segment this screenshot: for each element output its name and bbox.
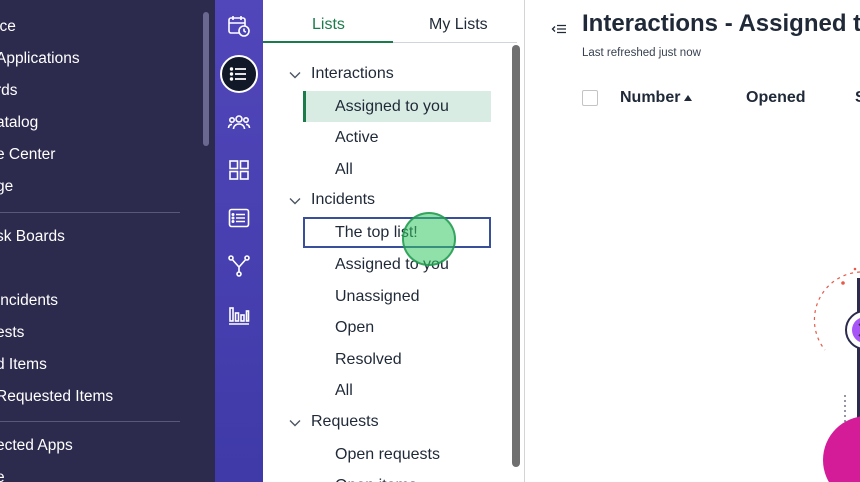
- main-content: Interactions - Assigned to you Last refr…: [525, 0, 860, 482]
- group-incidents[interactable]: Incidents: [311, 191, 375, 209]
- nav-item-requests[interactable]: ests: [0, 324, 24, 342]
- calendar-clock-icon[interactable]: [223, 10, 255, 42]
- list-item-the-top-list[interactable]: The top list!: [303, 217, 491, 248]
- nav-item-catalog[interactable]: atalog: [0, 114, 38, 132]
- nav-scrollbar[interactable]: [203, 12, 209, 146]
- nav-item-my-requested-items[interactable]: Requested Items: [0, 388, 113, 406]
- group-interactions[interactable]: Interactions: [311, 65, 394, 83]
- list-item-assigned-to-you[interactable]: Assigned to you: [303, 249, 491, 280]
- page-title: Interactions - Assigned to you: [582, 10, 860, 37]
- list-item-assigned-to-you[interactable]: Assigned to you: [303, 91, 491, 122]
- nav-item-center[interactable]: e Center: [0, 146, 55, 164]
- lists-scrollbar[interactable]: [512, 45, 520, 467]
- nav-item-page[interactable]: ge: [0, 178, 13, 196]
- column-header-number[interactable]: Number: [620, 89, 680, 107]
- left-navigation: ice Applications rds atalog e Center ge …: [0, 0, 215, 482]
- nav-item-applications[interactable]: Applications: [0, 50, 80, 68]
- people-group-icon[interactable]: [223, 106, 255, 138]
- nav-item-more[interactable]: e: [0, 469, 5, 482]
- nav-item-service[interactable]: ice: [0, 18, 16, 36]
- nav-item-boards[interactable]: rds: [0, 82, 18, 100]
- nav-divider: [0, 421, 180, 422]
- workflow-fork-icon[interactable]: [223, 250, 255, 282]
- chevron-down-icon[interactable]: [288, 194, 302, 208]
- list-icon[interactable]: [220, 55, 258, 93]
- select-all-checkbox[interactable]: [582, 90, 598, 106]
- form-list-icon[interactable]: [223, 202, 255, 234]
- list-item-active[interactable]: Active: [303, 122, 491, 153]
- icon-rail: [215, 0, 263, 482]
- list-item-all[interactable]: All: [303, 375, 491, 406]
- empty-state-illustration: [813, 267, 860, 482]
- list-item-open-items[interactable]: Open items: [303, 470, 491, 482]
- column-header-opened[interactable]: Opened: [746, 89, 806, 107]
- list-item-open-requests[interactable]: Open requests: [303, 439, 491, 470]
- group-requests[interactable]: Requests: [311, 413, 379, 431]
- tab-my-lists[interactable]: My Lists: [429, 16, 488, 34]
- last-refreshed-text: Last refreshed just now: [582, 47, 701, 59]
- sort-ascending-icon[interactable]: [684, 95, 692, 101]
- nav-divider: [0, 212, 180, 213]
- collapse-panel-icon[interactable]: [551, 22, 567, 36]
- nav-item-connected-apps[interactable]: ected Apps: [0, 437, 73, 455]
- chevron-down-icon[interactable]: [288, 416, 302, 430]
- tab-lists[interactable]: Lists: [312, 16, 345, 34]
- bar-chart-icon[interactable]: [223, 299, 255, 331]
- list-item-unassigned[interactable]: Unassigned: [303, 281, 491, 312]
- nav-item-incidents[interactable]: Incidents: [0, 292, 58, 310]
- list-item-open[interactable]: Open: [303, 312, 491, 343]
- nav-item-task-boards[interactable]: sk Boards: [0, 228, 65, 246]
- active-tab-indicator: [263, 41, 393, 43]
- lists-panel: Lists My Lists Interactions Assigned to …: [263, 0, 525, 482]
- nav-item-requested-items[interactable]: d Items: [0, 356, 47, 374]
- click-indicator: [402, 212, 456, 266]
- list-tabs: Lists My Lists: [263, 0, 525, 44]
- chevron-down-icon[interactable]: [288, 68, 302, 82]
- list-item-resolved[interactable]: Resolved: [303, 344, 491, 375]
- tab-divider: [393, 42, 517, 43]
- list-item-all[interactable]: All: [303, 154, 491, 185]
- column-header-state[interactable]: S: [855, 89, 860, 107]
- grid-icon[interactable]: [223, 154, 255, 186]
